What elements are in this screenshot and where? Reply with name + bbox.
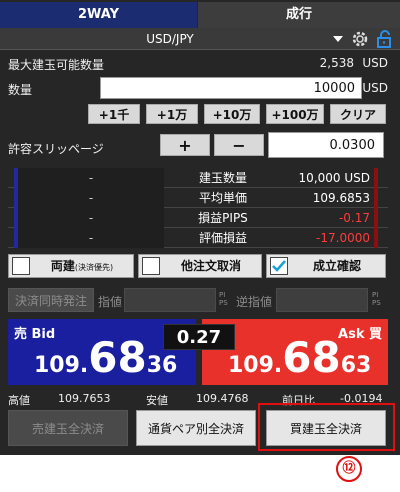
symbol-label: USD/JPY <box>146 32 194 46</box>
stop-pips-top: PI <box>372 291 379 299</box>
fill-confirm-checkbox[interactable]: 成立確認 <box>266 254 386 278</box>
symbol-bar[interactable]: USD/JPY <box>0 28 400 50</box>
stop-input[interactable] <box>276 288 368 312</box>
spread-value: 0.27 <box>163 324 235 350</box>
stat-value: 10,000 USD <box>278 168 378 188</box>
stat-value: 109.6853 <box>278 188 378 208</box>
add-1k-button[interactable]: +1千 <box>88 104 140 124</box>
stat-row: - 平均単価 109.6853 <box>8 188 388 208</box>
low-value: 109.4768 <box>196 392 249 405</box>
stat-label: 損益PIPS <box>198 211 248 225</box>
simultaneous-order-button[interactable]: 決済同時発注 <box>8 288 94 312</box>
limit-input[interactable] <box>124 288 216 312</box>
ask-price: 109.6863 <box>228 333 372 382</box>
stat-row: - 損益PIPS -0.17 <box>8 208 388 228</box>
stat-label: 平均単価 <box>198 191 247 205</box>
stat-value: -17.0000 <box>278 228 378 248</box>
slippage-input[interactable]: 0.0300 <box>268 132 384 158</box>
hedge-checkbox-box[interactable] <box>12 257 30 275</box>
position-stats: - 建玉数量 10,000 USD - 平均単価 109.6853 - 損益PI… <box>8 168 388 250</box>
hedge-checkbox[interactable]: 両建(決済優先) <box>8 254 134 278</box>
stat-label: 建玉数量 <box>198 171 247 185</box>
add-100k-button[interactable]: +10万 <box>204 104 260 124</box>
stat-row: - 評価損益 -17.0000 <box>8 228 388 248</box>
gear-icon[interactable] <box>350 29 370 49</box>
unlock-icon[interactable] <box>374 29 394 49</box>
slippage-minus-button[interactable]: − <box>214 134 264 156</box>
quantity-unit: USD <box>362 81 388 95</box>
max-qty-value: 2,538 <box>319 56 354 70</box>
clear-button[interactable]: クリア <box>330 104 386 124</box>
bid-price: 109.6836 <box>34 333 178 382</box>
limit-label: 指値 <box>98 295 123 309</box>
max-qty-label: 最大建玉可能数量 <box>8 58 105 72</box>
add-10k-button[interactable]: +1万 <box>146 104 198 124</box>
quantity-input[interactable]: 10000 <box>100 77 362 99</box>
high-value: 109.7653 <box>58 392 111 405</box>
tab-market-order[interactable]: 成行 <box>198 2 400 28</box>
tab-2way[interactable]: 2WAY <box>0 2 197 28</box>
slippage-plus-button[interactable]: + <box>160 134 210 156</box>
high-label: 高値 <box>8 394 30 407</box>
limit-pips-bottom: PS <box>219 299 228 307</box>
hedge-note: (決済優先) <box>74 263 114 272</box>
max-qty-unit: USD <box>362 56 388 70</box>
add-1m-button[interactable]: +100万 <box>266 104 324 124</box>
callout-number: ⑫ <box>336 456 362 482</box>
fill-confirm-checkbox-box[interactable] <box>270 257 288 275</box>
close-all-by-pair-button[interactable]: 通貨ペア別全決済 <box>136 410 256 446</box>
fill-confirm-label: 成立確認 <box>312 259 361 273</box>
stat-left-value: - <box>14 208 164 228</box>
hedge-label: 両建(決済優先) <box>50 259 114 273</box>
checkmark-icon <box>272 260 286 272</box>
stat-label: 評価損益 <box>198 231 247 245</box>
low-label: 安値 <box>146 394 168 407</box>
limit-pips-top: PI <box>219 291 226 299</box>
stop-pips-bottom: PS <box>372 299 381 307</box>
quantity-label: 数量 <box>8 83 33 97</box>
stat-value: -0.17 <box>278 208 378 228</box>
close-all-sell-button[interactable]: 売建玉全決済 <box>8 410 128 446</box>
highlight-frame <box>258 403 395 451</box>
cancel-other-checkbox-box[interactable] <box>142 257 160 275</box>
cancel-other-orders-checkbox[interactable]: 他注文取消 <box>138 254 262 278</box>
chevron-down-icon[interactable] <box>333 36 343 42</box>
stat-left-value: - <box>14 188 164 208</box>
trade-panel: 2WAY 成行 USD/JPY 最大建玉可能数量 2,538 USD 数量 10… <box>0 0 400 455</box>
slippage-label: 許容スリッページ <box>8 142 104 156</box>
stat-left-value: - <box>14 168 164 188</box>
stop-label: 逆指値 <box>236 295 273 309</box>
stat-row: - 建玉数量 10,000 USD <box>8 168 388 188</box>
cancel-other-label: 他注文取消 <box>180 259 241 273</box>
stat-left-value: - <box>14 228 164 248</box>
